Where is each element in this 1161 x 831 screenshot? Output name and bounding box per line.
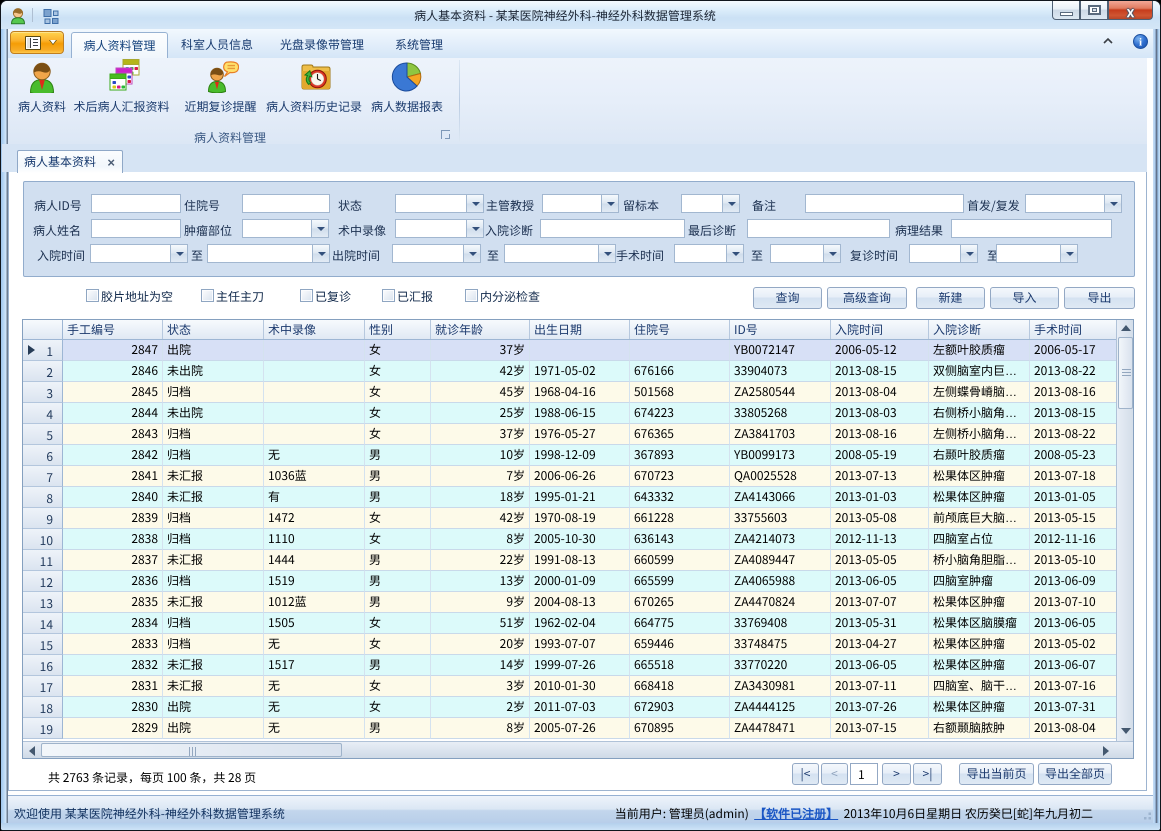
svg-text:i: i xyxy=(1139,37,1142,49)
